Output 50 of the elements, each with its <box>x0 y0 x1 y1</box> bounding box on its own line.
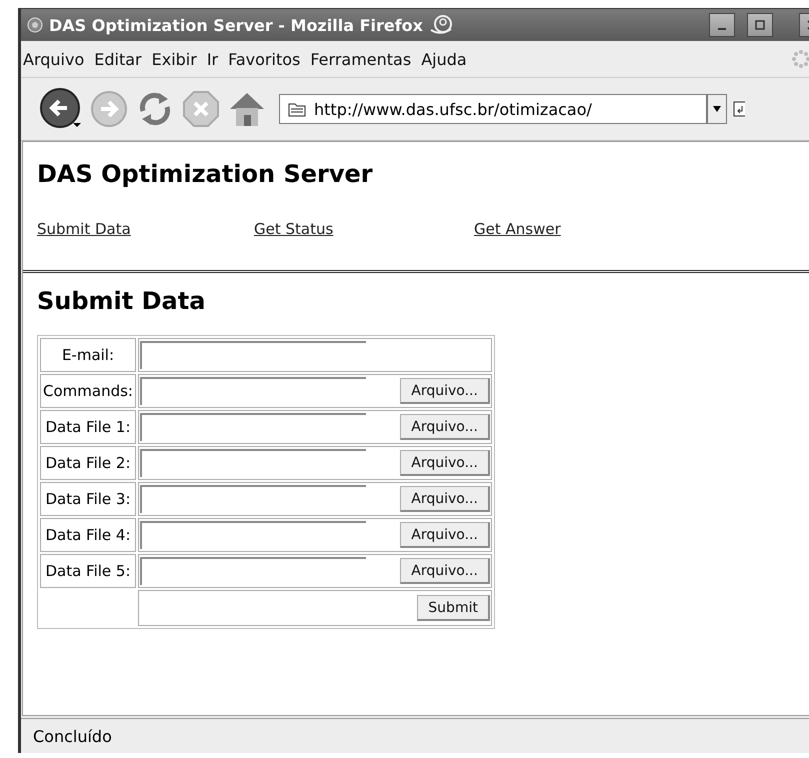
field-label: E-mail: <box>40 338 136 372</box>
go-icon[interactable] <box>733 100 745 118</box>
field-label: Commands: <box>40 374 136 408</box>
file-path-field[interactable] <box>140 557 366 585</box>
caret-icon <box>713 106 721 112</box>
throbber-icon <box>791 49 809 69</box>
field-label: Data File 3: <box>40 482 136 516</box>
window-title: DAS Optimization Server - Mozilla Firefox <box>49 16 423 34</box>
menu-item[interactable]: Ajuda <box>421 50 467 68</box>
file-path-field[interactable] <box>140 449 366 477</box>
folder-icon <box>288 101 306 117</box>
browse-button[interactable]: Arquivo... <box>400 378 490 404</box>
email-field[interactable] <box>140 341 366 369</box>
menu-item[interactable]: Ir <box>206 50 218 68</box>
maximize-button[interactable] <box>747 13 773 37</box>
maximize-icon <box>754 19 766 31</box>
forward-icon[interactable] <box>89 89 129 129</box>
nav-link[interactable]: Get Status <box>254 220 474 238</box>
menu-item[interactable]: Arquivo <box>23 50 84 68</box>
menu-item[interactable]: Editar <box>94 50 142 68</box>
browse-button[interactable]: Arquivo... <box>400 486 490 512</box>
menu-item[interactable]: Favoritos <box>228 50 300 68</box>
page-heading: DAS Optimization Server <box>37 160 374 188</box>
nav-link[interactable]: Submit Data <box>37 220 254 238</box>
address-field[interactable]: http://www.das.ufsc.br/otimizacao/ <box>279 94 707 124</box>
browse-button[interactable]: Arquivo... <box>400 522 490 548</box>
submit-button[interactable]: Submit <box>417 595 490 621</box>
file-path-field[interactable] <box>140 413 366 441</box>
browse-button[interactable]: Arquivo... <box>400 450 490 476</box>
browse-button[interactable]: Arquivo... <box>400 414 490 440</box>
nav-link[interactable]: Get Answer <box>474 220 694 238</box>
dropdown-button[interactable] <box>707 94 727 124</box>
minimize-icon <box>718 28 726 30</box>
field-label: Data File 4: <box>40 518 136 552</box>
menu-item[interactable]: Ferramentas <box>310 50 412 68</box>
field-label: Data File 5: <box>40 554 136 588</box>
status-text: Concluído <box>33 726 112 746</box>
menu-item[interactable]: Exibir <box>152 50 197 68</box>
file-path-field[interactable] <box>140 377 366 405</box>
browse-button[interactable]: Arquivo... <box>400 558 490 584</box>
minimize-button[interactable] <box>709 13 735 37</box>
app-icon <box>27 17 43 33</box>
file-path-field[interactable] <box>140 485 366 513</box>
field-label: Data File 1: <box>40 410 136 444</box>
stop-icon[interactable] <box>181 89 221 129</box>
file-path-field[interactable] <box>140 521 366 549</box>
section-heading: Submit Data <box>37 287 206 315</box>
back-icon[interactable] <box>39 87 83 131</box>
firefox-logo-icon <box>429 14 455 36</box>
field-label: Data File 2: <box>40 446 136 480</box>
